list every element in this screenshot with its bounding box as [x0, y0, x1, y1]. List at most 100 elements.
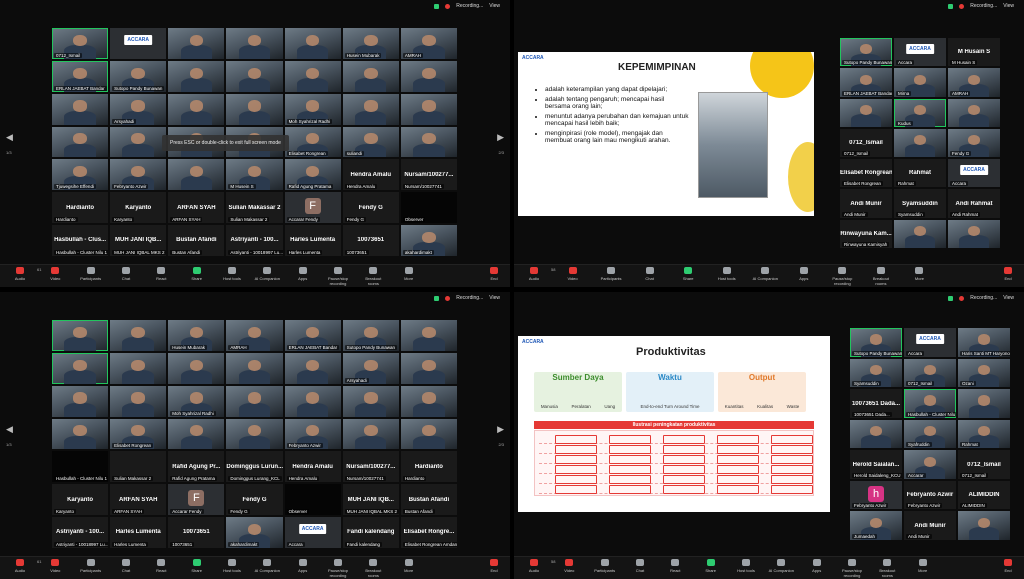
participant-tile[interactable]: Fendy G Fendy G — [226, 484, 283, 516]
participant-tile[interactable] — [342, 60, 399, 92]
recording-label[interactable]: Recording... — [970, 3, 997, 9]
participant-tile[interactable]: Karyanto Karyanto — [52, 484, 109, 516]
participant-tile[interactable] — [342, 385, 399, 417]
participant-tile[interactable] — [400, 385, 457, 417]
video-button[interactable]: Video — [41, 267, 69, 281]
more-button[interactable]: More — [395, 559, 423, 573]
view-button[interactable]: View — [489, 295, 500, 301]
participant-tile[interactable] — [168, 93, 225, 125]
participant-tile[interactable] — [850, 419, 902, 449]
participant-tile[interactable]: Sulian Makassar 2 — [110, 451, 167, 483]
participant-tile[interactable]: Rahmat — [958, 419, 1010, 449]
end-button[interactable]: End — [994, 559, 1022, 573]
participant-tile[interactable]: Elisabet Rongrean — [284, 126, 341, 158]
participant-tile[interactable]: Husein Mubarak — [342, 28, 399, 59]
participant-tile[interactable]: Arsyahadi — [110, 93, 167, 125]
participant-tile[interactable] — [400, 126, 457, 158]
participant-tile[interactable] — [52, 93, 109, 125]
participant-tile[interactable]: Rinwayuna Kam... Rinwayuna Kamisyah — [840, 219, 892, 248]
participant-tile[interactable]: Mirna — [894, 68, 946, 97]
video-button[interactable]: Video — [555, 559, 583, 573]
chat-button[interactable]: Chat — [626, 559, 654, 573]
host-tools-button[interactable]: Host tools — [218, 267, 246, 281]
participant-tile[interactable] — [894, 128, 946, 158]
participant-tile[interactable] — [110, 385, 167, 417]
participant-tile[interactable]: Andi Munir Andi Munir — [840, 189, 892, 218]
ai-companion-button[interactable]: AI Companion — [751, 267, 779, 281]
participant-tile[interactable]: Sulian Makassar 2 Sulian Makassar 2 — [226, 192, 283, 224]
participant-tile[interactable] — [840, 98, 892, 127]
participant-tile[interactable]: F Accarar Fendy — [284, 192, 341, 224]
participant-tile[interactable]: Tjuwegsihe Effendi — [52, 159, 109, 191]
participant-tile[interactable]: akahardimakt — [226, 517, 283, 548]
participant-tile[interactable] — [284, 385, 341, 417]
participant-tile[interactable]: ERLAN JAEBAT Bandar — [840, 68, 892, 97]
participant-tile[interactable] — [400, 418, 457, 450]
share-button[interactable]: Share — [697, 559, 725, 573]
participant-tile[interactable]: Astriyanti - 100... Astriyanti - 10018997… — [226, 225, 283, 256]
recording-label[interactable]: Recording... — [970, 295, 997, 301]
participant-tile[interactable] — [400, 352, 457, 384]
participant-tile[interactable] — [400, 60, 457, 92]
breakout-rooms-button[interactable]: Breakout rooms — [867, 267, 895, 286]
participant-tile[interactable]: Fandi kalendang Fandi kalendang — [342, 517, 399, 548]
share-button[interactable]: Share — [183, 559, 211, 573]
breakout-rooms-button[interactable]: Breakout rooms — [359, 267, 387, 286]
more-button[interactable]: More — [905, 267, 933, 281]
participant-tile[interactable]: Sutopo Pandy Bunawan — [342, 320, 399, 351]
participant-tile[interactable]: AMRAH — [226, 320, 283, 351]
participant-tile[interactable]: Harles Lumenta Harles Lumenta — [110, 517, 167, 548]
participant-tile[interactable]: Febryanto Azwir — [110, 159, 167, 191]
participant-tile[interactable] — [52, 320, 109, 351]
participant-tile[interactable] — [948, 219, 1000, 248]
participant-tile[interactable] — [226, 418, 283, 450]
host-tools-button[interactable]: Host tools — [218, 559, 246, 573]
react-button[interactable]: React — [661, 559, 689, 573]
participant-tile[interactable]: h Febryanto Azwir — [850, 480, 902, 510]
view-button[interactable]: View — [489, 3, 500, 9]
participant-tile[interactable]: ARFAN SYAH ARFAN SYAH — [168, 192, 225, 224]
host-tools-button[interactable]: Host tools — [713, 267, 741, 281]
participant-tile[interactable]: Bustan Afandi Bustan Afandi — [400, 484, 457, 516]
participant-tile[interactable]: Nursam/100277... Nursam/10027741 — [342, 451, 399, 483]
participant-tile[interactable]: AMRAH — [400, 28, 457, 59]
participant-tile[interactable]: Observer — [284, 484, 341, 516]
participant-tile[interactable]: 10073651 10073651 — [168, 517, 225, 548]
participant-tile[interactable]: Fendy G — [948, 128, 1000, 158]
breakout-rooms-button[interactable]: Breakout rooms — [359, 559, 387, 578]
participant-tile[interactable]: Sutopo Pandy Bunawan — [840, 38, 892, 67]
participant-tile[interactable]: F Accarar Fendy — [168, 484, 225, 516]
prev-page-arrow-icon[interactable]: ◀ — [6, 424, 13, 435]
participant-tile[interactable]: Syamsuddin Syamsuddin — [894, 189, 946, 218]
participant-tile[interactable]: Hendra Amalu Hendra Amalu — [342, 159, 399, 191]
audio-button[interactable]: Audio — [520, 267, 548, 281]
pause-stop-recording-button[interactable]: Pause/stop recording — [838, 559, 866, 578]
next-page-arrow-icon[interactable]: ▶ — [497, 424, 504, 435]
participant-tile[interactable] — [948, 98, 1000, 127]
participant-tile[interactable] — [226, 93, 283, 125]
participant-tile[interactable]: ERLAN JAEBAT Bandar — [284, 320, 341, 351]
participant-tile[interactable]: Ozani — [958, 358, 1010, 388]
participant-tile[interactable] — [958, 389, 1010, 418]
apps-button[interactable]: Apps — [289, 267, 317, 281]
audio-button[interactable]: Audio — [6, 267, 34, 281]
participant-tile[interactable]: akahardimakt — [400, 225, 457, 256]
participants-button[interactable]: Participants — [77, 559, 105, 573]
host-tools-button[interactable]: Host tools — [732, 559, 760, 573]
participant-tile[interactable]: Rahmat Rahmat — [894, 159, 946, 188]
participant-tile[interactable]: ACCARA Accara — [284, 517, 341, 548]
participant-tile[interactable]: Jumaedah — [850, 511, 902, 540]
breakout-rooms-button[interactable]: Breakout rooms — [873, 559, 901, 578]
apps-button[interactable]: Apps — [790, 267, 818, 281]
ai-companion-button[interactable]: AI Companion — [253, 267, 281, 281]
audio-button[interactable]: Audio — [6, 559, 34, 573]
participant-tile[interactable]: Hasbullah - Cluster Nilu 1 — [52, 451, 109, 483]
participant-tile[interactable] — [52, 385, 109, 417]
participants-button[interactable]: Participants — [591, 559, 619, 573]
audio-button[interactable]: Audio — [520, 559, 548, 573]
prev-page-arrow-icon[interactable]: ◀ — [6, 132, 13, 143]
participant-tile[interactable] — [110, 126, 167, 158]
participant-tile[interactable] — [226, 385, 283, 417]
react-button[interactable]: React — [147, 267, 175, 281]
ai-companion-button[interactable]: AI Companion — [253, 559, 281, 573]
